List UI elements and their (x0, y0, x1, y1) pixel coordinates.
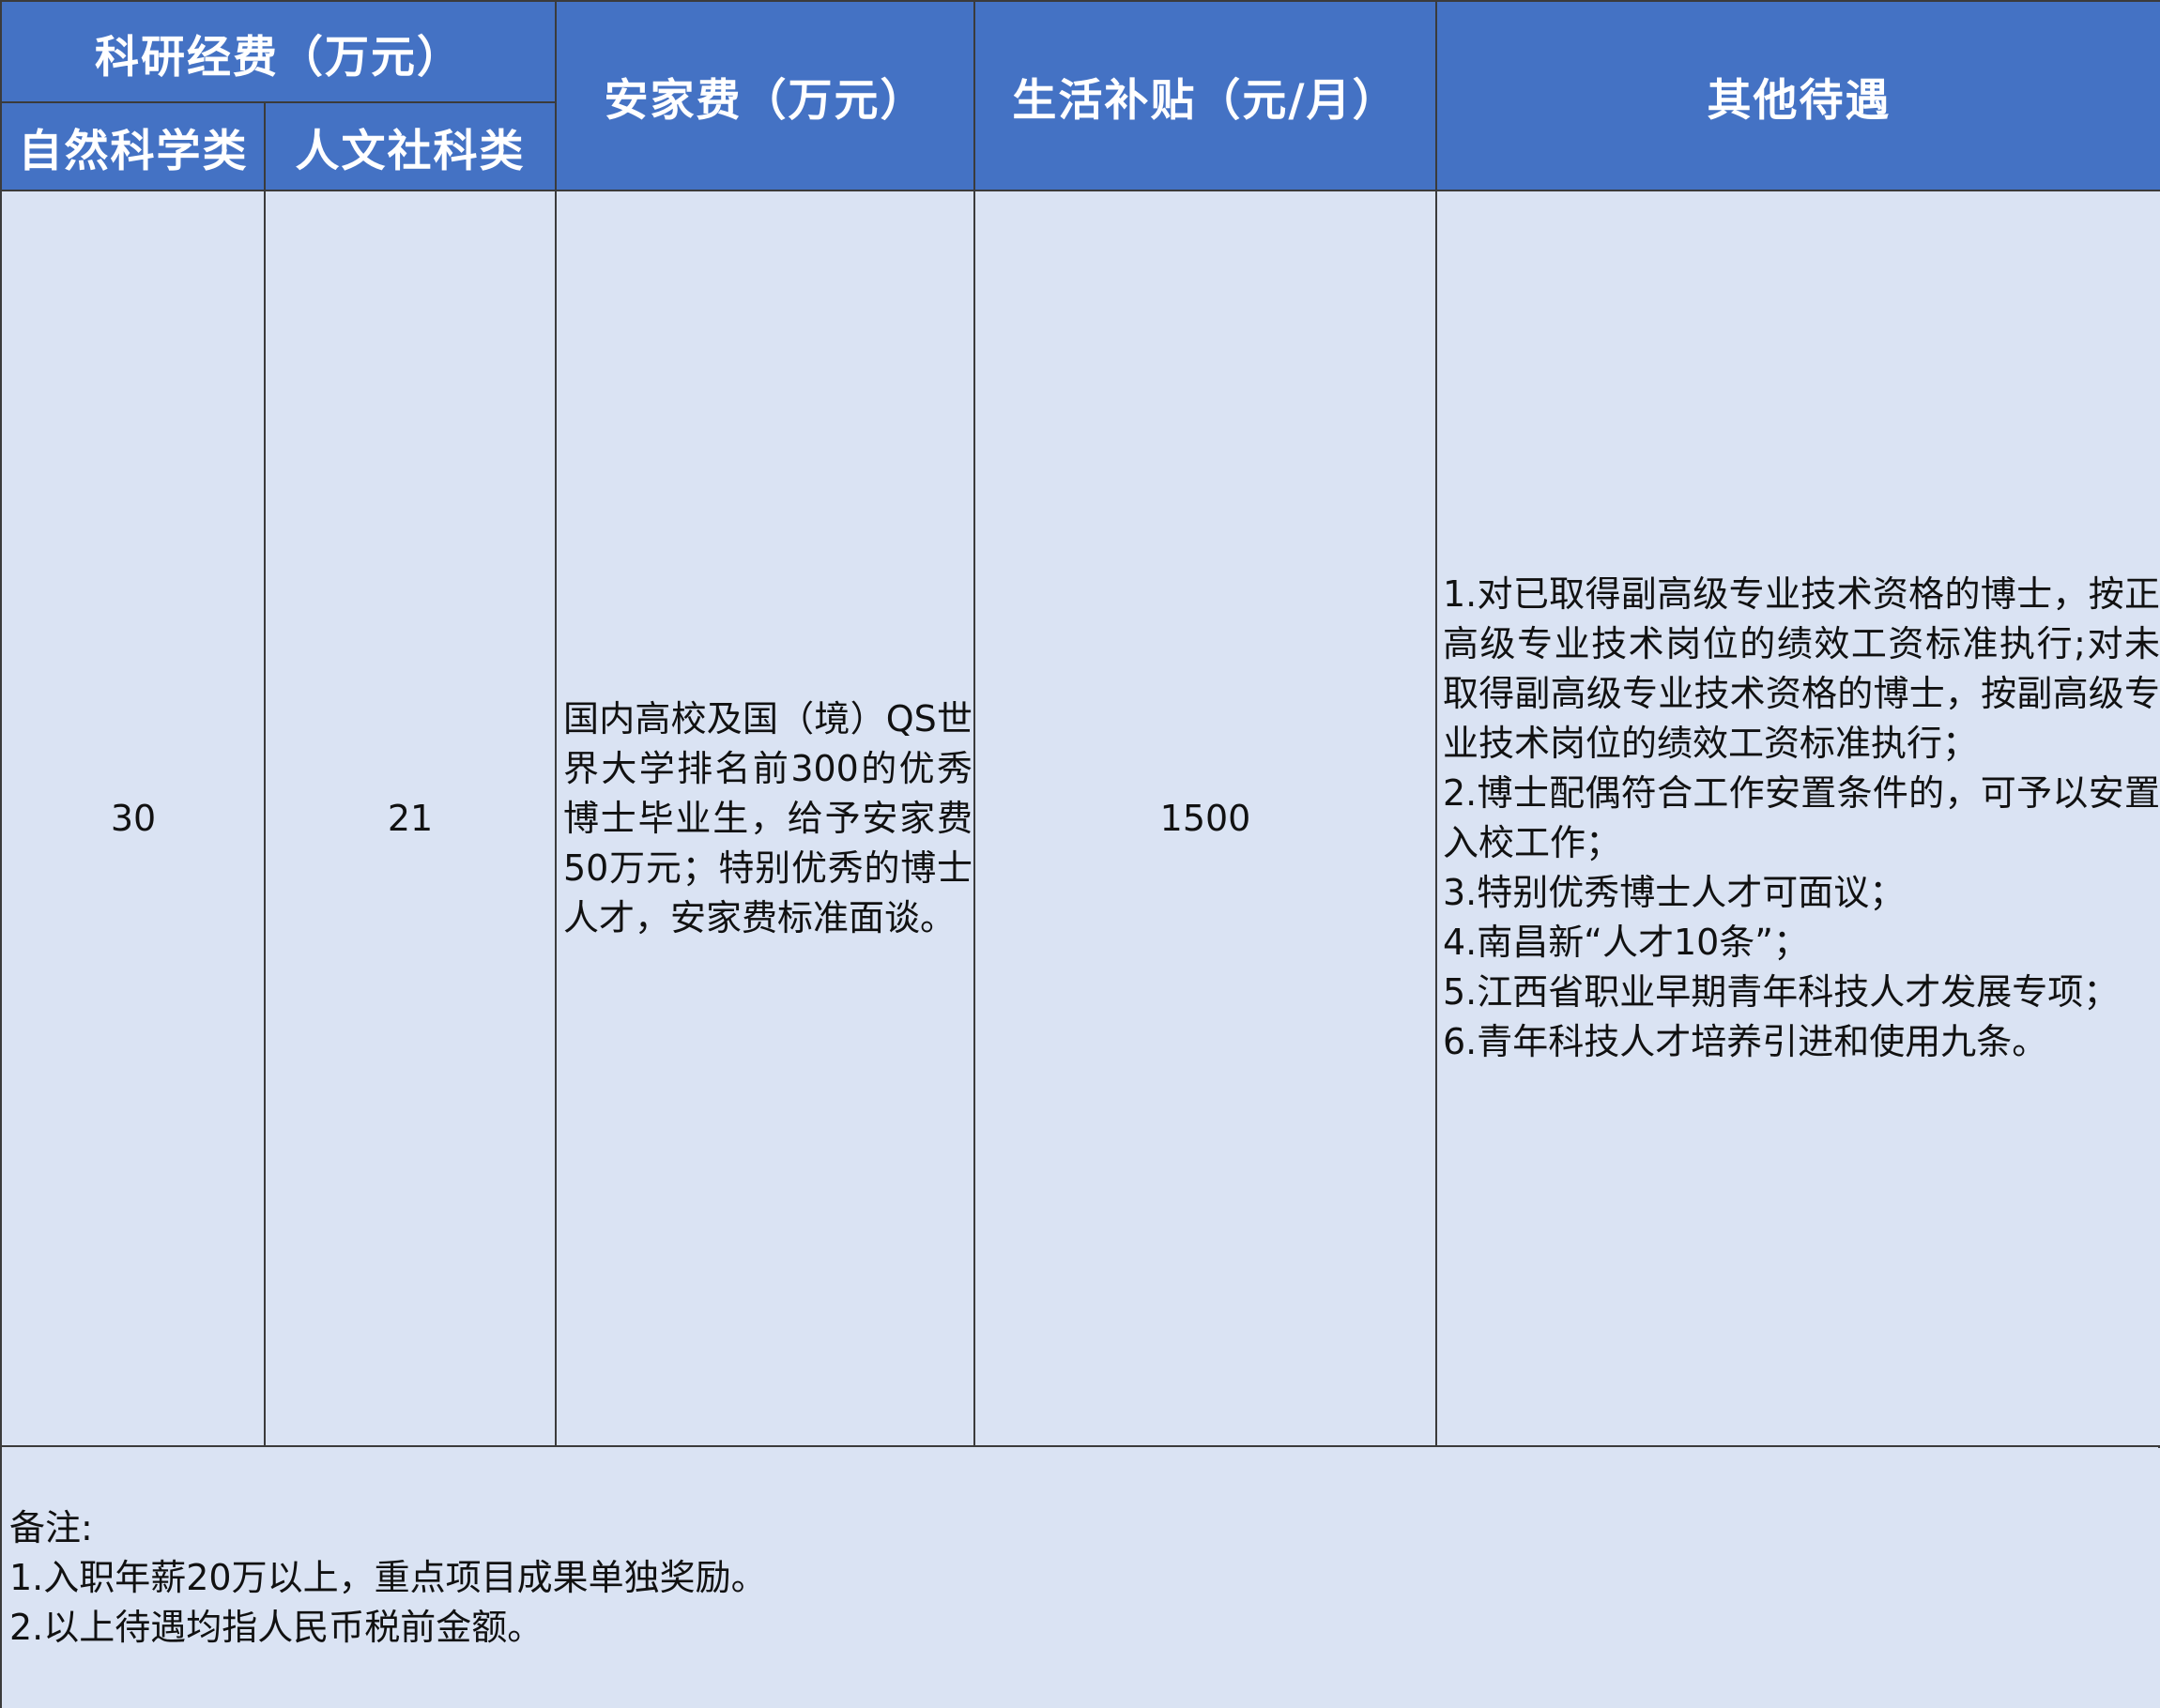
grid-line (1435, 2, 1437, 1446)
header-natural-science-label: 自然科学类 (18, 126, 249, 177)
note-item: 2.以上待遇均指人民币税前金额。 (9, 1607, 544, 1648)
grid-line (973, 2, 975, 1446)
cell-living-allowance: 1500 (974, 191, 1436, 1446)
living-allowance-value: 1500 (1159, 798, 1251, 839)
cell-humanities-social: 21 (265, 191, 556, 1446)
benefit-item: 2.博士配偶符合工作安置条件的，可予以安置入校工作； (1443, 772, 2160, 863)
cell-natural-science: 30 (2, 191, 265, 1446)
header-settlement-fee: 安家费（万元） (556, 2, 974, 191)
grid-line (555, 2, 557, 1446)
grid-line (2, 1445, 2160, 1447)
settlement-fee-text: 国内高校及国（境）QS世界大学排名前300的优秀博士毕业生，给予安家费50万元；… (563, 697, 973, 938)
grid-line (264, 102, 266, 1446)
notes-title: 备注: (9, 1507, 93, 1548)
other-benefits-list: 1.对已取得副高级专业技术资格的博士，按正高级专业技术岗位的绩效工资标准执行;对… (1443, 570, 2160, 1067)
header-research-fund-label: 科研经费（万元） (95, 31, 463, 84)
natural-science-value: 30 (110, 798, 157, 839)
benefit-item: 6.青年科技人才培养引进和使用九条。 (1443, 1021, 2048, 1062)
header-humanities-social-label: 人文社科类 (295, 126, 526, 177)
cell-settlement-fee: 国内高校及国（境）QS世界大学排名前300的优秀博士毕业生，给予安家费50万元；… (563, 191, 974, 1446)
cell-other-benefits: 1.对已取得副高级专业技术资格的博士，按正高级专业技术岗位的绩效工资标准执行;对… (1443, 191, 2160, 1446)
header-living-allowance: 生活补贴（元/月） (974, 2, 1436, 191)
header-settlement-fee-label: 安家费（万元） (604, 75, 927, 127)
header-other-benefits-label: 其他待遇 (1707, 75, 1892, 127)
benefits-table: 科研经费（万元） 自然科学类 人文社科类 安家费（万元） 生活补贴（元/月） 其… (0, 0, 2160, 1708)
header-living-allowance-label: 生活补贴（元/月） (1012, 75, 1399, 127)
notes-cell: 备注: 1.入职年薪20万以上，重点项目成果单独奖励。 2.以上待遇均指人民币税… (2, 1448, 2160, 1708)
note-item: 1.入职年薪20万以上，重点项目成果单独奖励。 (9, 1557, 767, 1598)
header-natural-science: 自然科学类 (2, 103, 265, 191)
header-research-fund: 科研经费（万元） (2, 2, 556, 103)
header-other-benefits: 其他待遇 (1436, 2, 2160, 191)
header-humanities-social: 人文社科类 (265, 103, 556, 191)
grid-line (2, 101, 556, 103)
humanities-social-value: 21 (387, 798, 434, 839)
benefit-item: 4.南昌新“人才10条”； (1443, 922, 1809, 963)
benefit-item: 5.江西省职业早期青年科技人才发展专项； (1443, 971, 2120, 1013)
benefit-item: 1.对已取得副高级专业技术资格的博士，按正高级专业技术岗位的绩效工资标准执行;对… (1443, 573, 2160, 764)
grid-line (2, 190, 2160, 191)
benefit-item: 3.特别优秀博士人才可面议； (1443, 872, 1906, 913)
